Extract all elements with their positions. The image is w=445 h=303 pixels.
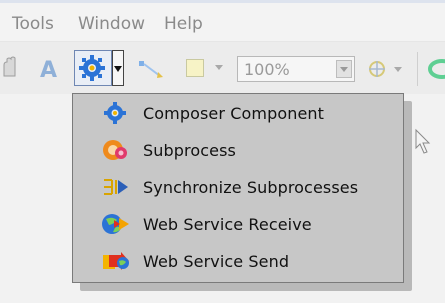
zoom-dropdown-button[interactable] <box>336 60 352 78</box>
connector-icon[interactable] <box>136 56 170 82</box>
hand-icon[interactable] <box>2 56 18 80</box>
menu-item-label: Composer Component <box>143 103 325 123</box>
zoom-value: 100% <box>244 60 290 79</box>
menu-help[interactable]: Help <box>164 14 203 34</box>
menu-item-synchronize-subprocesses[interactable]: Synchronize Subprocesses <box>74 169 402 205</box>
zoom-combo[interactable]: 100% <box>237 56 355 82</box>
menu-window[interactable]: Window <box>78 14 145 34</box>
menu-tools[interactable]: Tools <box>12 14 54 34</box>
composer-tool-button[interactable] <box>74 50 112 86</box>
grid-icon[interactable] <box>366 58 404 80</box>
component-popup-menu: Composer Component Subprocess Synchroniz… <box>72 93 404 283</box>
dropdown-arrow-icon[interactable] <box>112 50 124 86</box>
menu-bar: Tools Window Help <box>0 3 445 42</box>
subprocess-icon <box>101 138 131 162</box>
web-service-receive-icon <box>101 212 131 236</box>
text-tool-icon[interactable]: A <box>38 56 62 82</box>
svg-text:A: A <box>40 58 57 82</box>
mouse-cursor-icon <box>415 128 431 154</box>
menu-item-composer-component[interactable]: Composer Component <box>74 95 402 131</box>
synchronize-subprocesses-icon <box>101 175 131 199</box>
menu-item-subprocess[interactable]: Subprocess <box>74 132 402 168</box>
menu-item-label: Web Service Receive <box>143 214 312 234</box>
menu-item-label: Subprocess <box>143 140 236 160</box>
toolbar-separator <box>417 52 418 86</box>
menu-item-label: Web Service Send <box>143 251 290 271</box>
web-service-send-icon <box>101 249 131 273</box>
fill-color-icon[interactable] <box>186 59 204 77</box>
toolbar-overflow-icon[interactable] <box>424 56 445 82</box>
menu-item-label: Synchronize Subprocesses <box>143 177 359 197</box>
fill-dropdown-icon[interactable] <box>214 64 224 72</box>
menu-item-web-service-send[interactable]: Web Service Send <box>74 243 402 279</box>
composer-component-icon <box>101 101 131 125</box>
menu-item-web-service-receive[interactable]: Web Service Receive <box>74 206 402 242</box>
composer-gear-icon <box>79 55 105 81</box>
